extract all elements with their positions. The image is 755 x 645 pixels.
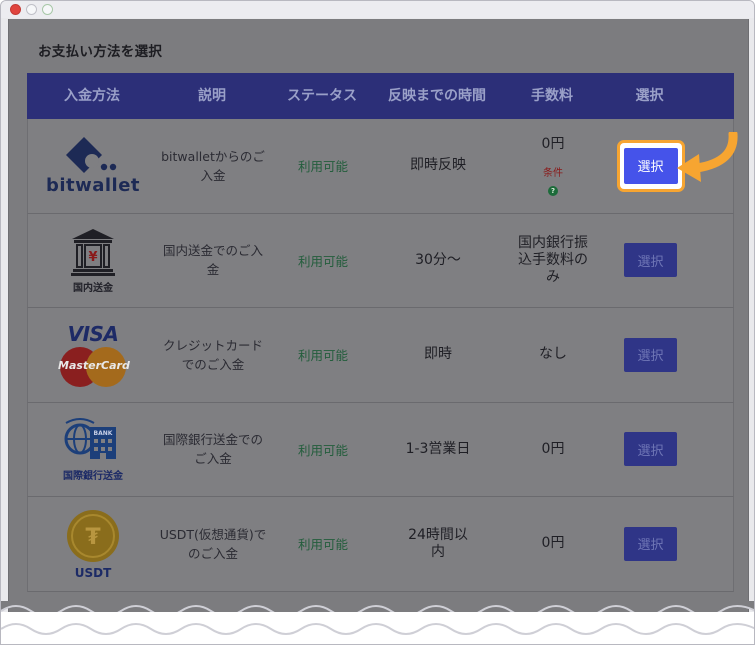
logo-caption: 国内送金 xyxy=(73,282,113,294)
status-text: 利用可能 xyxy=(297,253,348,269)
minimize-window-button[interactable] xyxy=(26,4,37,15)
processing-time: 即時 xyxy=(424,346,452,363)
visa-logo: VISA xyxy=(67,321,119,346)
page-title: お支払い方法を選択 xyxy=(38,44,163,60)
table-row: bitwallet bitwalletからのご入金 利用可能 即時反映 0円 条… xyxy=(27,119,734,214)
select-cell: 選択 xyxy=(608,308,693,402)
processing-time: 即時反映 xyxy=(410,157,466,174)
bitwallet-wordmark: bitwallet xyxy=(45,175,141,197)
domestic-transfer-logo: ¥ 国内送金 xyxy=(28,214,158,308)
bitwallet-icon xyxy=(66,137,117,174)
select-bitwallet-button[interactable]: 選択 xyxy=(623,147,678,184)
table-row: VISA MasterCard クレジットカードでのご入金 利用可能 即時 なし xyxy=(27,308,734,403)
status-text: 利用可能 xyxy=(297,442,348,458)
usdt-logo: ₮ USDT xyxy=(28,497,158,591)
fee-conditions-link[interactable]: 条件 xyxy=(543,165,563,182)
table-row: BANK 国際銀行送金 国際銀行送金でのご入金 利用可能 1-3営業日 0円 選… xyxy=(27,402,734,497)
credit-card-logo: VISA MasterCard xyxy=(28,308,158,402)
fee-amount: 0円 xyxy=(541,535,565,552)
usdt-coin-icon: ₮ xyxy=(67,509,119,562)
pointer-arrow-icon xyxy=(677,132,738,182)
header-fee: 手数料 xyxy=(531,88,573,104)
page-content: お支払い方法を選択 入金方法 説明 ステータス 反映までの時間 手数料 選択 b… xyxy=(8,19,749,644)
bitwallet-logo: bitwallet xyxy=(28,119,158,213)
fee-amount: 国内銀行振込手数料のみ xyxy=(518,234,588,285)
svg-text:¥: ¥ xyxy=(88,250,97,265)
header-description: 説明 xyxy=(198,88,226,104)
status-text: 利用可能 xyxy=(297,537,348,553)
fee-cell: 0円 条件 ? xyxy=(498,119,608,213)
status-text: 利用可能 xyxy=(297,348,348,364)
header-status: ステータス xyxy=(287,88,357,104)
table-row: ¥ 国内送金 国内送金でのご入金 利用可能 30分〜 国内銀行振込手数料のみ 選… xyxy=(27,213,734,308)
fee-amount: なし xyxy=(539,346,567,363)
globe-bank-icon: BANK xyxy=(64,417,116,459)
table-header: 入金方法 説明 ステータス 反映までの時間 手数料 選択 xyxy=(27,73,734,119)
bank-building-icon: ¥ xyxy=(71,228,115,276)
help-icon[interactable]: ? xyxy=(547,185,558,196)
torn-edge-divider xyxy=(1,601,754,644)
header-select: 選択 xyxy=(635,88,664,104)
payment-methods-table: 入金方法 説明 ステータス 反映までの時間 手数料 選択 bitwallet b… xyxy=(27,73,734,592)
zoom-window-button[interactable] xyxy=(42,4,53,15)
method-description: bitwalletからのご入金 xyxy=(161,148,265,183)
method-description: クレジットカードでのご入金 xyxy=(162,337,263,372)
close-window-button[interactable] xyxy=(10,4,21,15)
svg-text:₮: ₮ xyxy=(85,525,101,550)
title-bar xyxy=(1,1,754,18)
browser-window: お支払い方法を選択 入金方法 説明 ステータス 反映までの時間 手数料 選択 b… xyxy=(0,0,755,645)
method-description: USDT(仮想通貨)でのご入金 xyxy=(159,526,267,561)
select-credit-card-button[interactable]: 選択 xyxy=(624,337,677,372)
mastercard-logo: MasterCard xyxy=(58,346,130,388)
processing-time: 24時間以内 xyxy=(408,526,468,560)
processing-time: 30分〜 xyxy=(415,251,461,268)
bank-badge-text: BANK xyxy=(94,430,113,437)
header-method: 入金方法 xyxy=(64,88,120,104)
select-international-transfer-button[interactable]: 選択 xyxy=(624,432,677,467)
select-domestic-transfer-button[interactable]: 選択 xyxy=(624,243,677,278)
international-transfer-logo: BANK 国際銀行送金 xyxy=(28,403,158,497)
method-description: 国際銀行送金でのご入金 xyxy=(162,432,263,467)
select-cell: 選択 xyxy=(608,497,693,591)
method-description: 国内送金でのご入金 xyxy=(162,243,263,278)
table-row: ₮ USDT USDT(仮想通貨)でのご入金 利用可能 24時間以内 0円 選択 xyxy=(27,497,734,592)
status-text: 利用可能 xyxy=(297,159,348,175)
logo-caption: USDT xyxy=(74,565,112,580)
fee-amount: 0円 xyxy=(541,440,565,457)
select-cell: 選択 xyxy=(608,214,693,308)
mastercard-wordmark: MasterCard xyxy=(58,358,130,372)
select-usdt-button[interactable]: 選択 xyxy=(624,526,677,561)
logo-caption: 国際銀行送金 xyxy=(63,470,123,482)
select-cell: 選択 xyxy=(608,403,693,497)
processing-time: 1-3営業日 xyxy=(405,440,471,457)
header-time: 反映までの時間 xyxy=(388,88,486,104)
fee-amount: 0円 xyxy=(541,135,565,152)
